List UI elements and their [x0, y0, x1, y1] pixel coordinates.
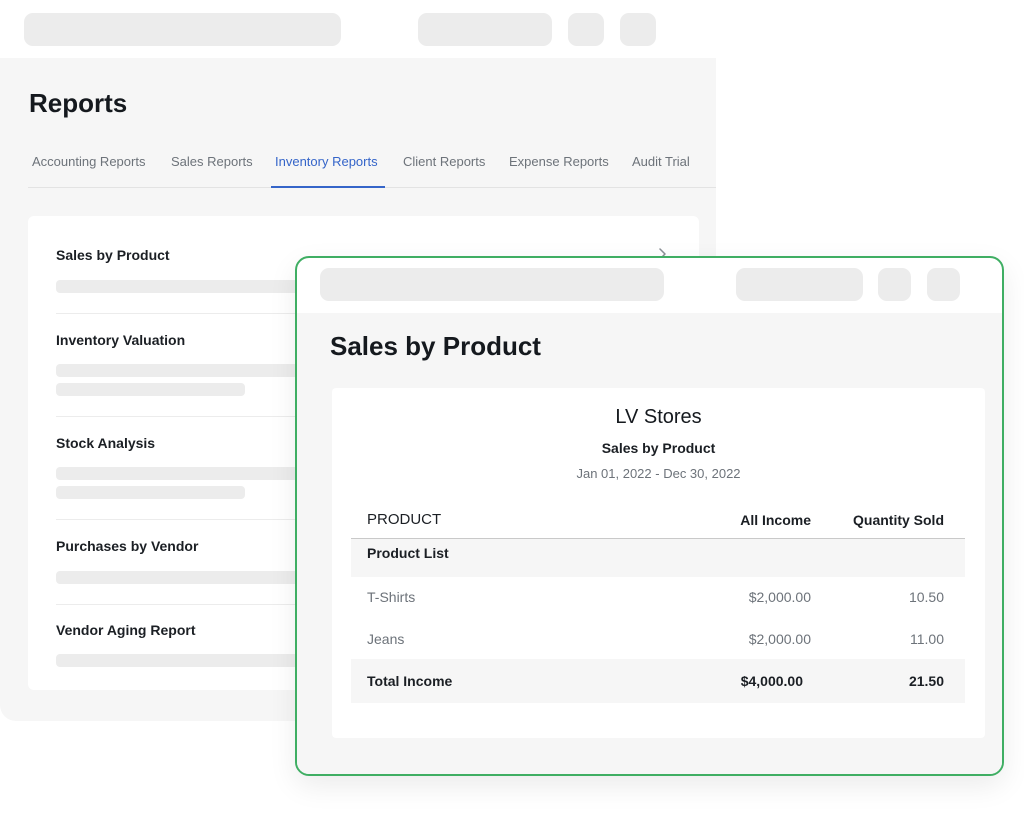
sales-by-product-window: Sales by Product LV Stores Sales by Prod…: [295, 256, 1004, 776]
total-quantity: 21.50: [908, 673, 944, 689]
description-placeholder: [56, 383, 245, 396]
tab-expense-reports[interactable]: Expense Reports: [509, 154, 609, 181]
report-item-label: Inventory Valuation: [56, 332, 186, 348]
product-income: $2,000.00: [748, 589, 811, 605]
report-tabs: Accounting Reports Sales Reports Invento…: [0, 154, 716, 188]
report-name: Sales by Product: [601, 440, 716, 456]
column-header-quantity: Quantity Sold: [853, 512, 944, 528]
tab-accounting-reports[interactable]: Accounting Reports: [32, 154, 145, 181]
window-body: Sales by Product LV Stores Sales by Prod…: [297, 313, 1002, 774]
report-document: LV Stores Sales by Product Jan 01, 2022 …: [332, 388, 985, 738]
total-row: Total Income $4,000.00 21.50: [351, 659, 965, 703]
top-search-placeholder: [24, 13, 341, 46]
product-name: Jeans: [367, 631, 405, 647]
tab-client-reports[interactable]: Client Reports: [403, 154, 485, 181]
window-icon-placeholder-1: [878, 268, 911, 301]
description-placeholder: [56, 486, 245, 499]
active-tab-indicator: [271, 186, 385, 188]
report-window-title: Sales by Product: [330, 331, 541, 361]
total-income: $4,000.00: [740, 673, 803, 689]
report-item-label: Sales by Product: [56, 247, 170, 263]
report-item-label: Purchases by Vendor: [56, 538, 199, 554]
group-row: Product List: [351, 539, 965, 577]
total-label: Total Income: [367, 673, 453, 689]
report-item-label: Stock Analysis: [56, 435, 156, 451]
tab-audit-trial[interactable]: Audit Trial: [632, 154, 690, 181]
table-row: T-Shirts $2,000.00 10.50: [351, 587, 965, 625]
company-name: LV Stores: [615, 406, 702, 428]
product-income: $2,000.00: [748, 631, 811, 647]
tab-inventory-reports[interactable]: Inventory Reports: [275, 154, 378, 181]
top-icon-placeholder-1: [568, 13, 604, 46]
product-quantity: 10.50: [908, 589, 944, 605]
group-label: Product List: [367, 545, 449, 561]
top-action-placeholder: [418, 13, 552, 46]
product-quantity: 11.00: [910, 631, 944, 647]
page-title: Reports: [29, 88, 128, 118]
tab-sales-reports[interactable]: Sales Reports: [171, 154, 253, 181]
window-search-placeholder: [320, 268, 664, 301]
report-item-label: Vendor Aging Report: [56, 622, 196, 638]
window-action-placeholder: [736, 268, 863, 301]
column-header-income: All Income: [740, 512, 811, 528]
product-name: T-Shirts: [367, 589, 416, 605]
top-icon-placeholder-2: [620, 13, 656, 46]
column-header-product: PRODUCT: [367, 511, 442, 528]
report-period: Jan 01, 2022 - Dec 30, 2022: [576, 466, 741, 481]
table-header: PRODUCT All Income Quantity Sold: [351, 508, 965, 539]
window-icon-placeholder-2: [927, 268, 960, 301]
